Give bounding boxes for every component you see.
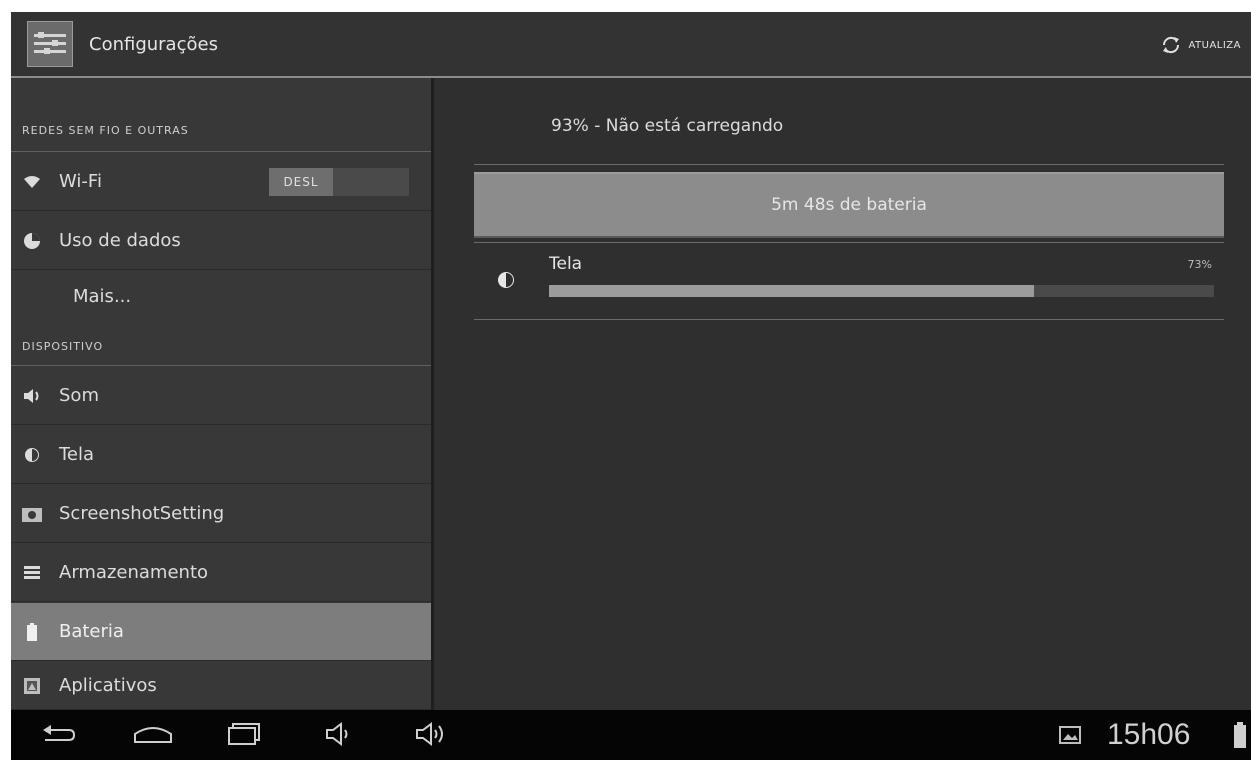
sync-label: ATUALIZA: [1188, 39, 1241, 51]
divider: [474, 164, 1224, 165]
sidebar-item-battery[interactable]: Bateria: [11, 603, 431, 661]
settings-sidebar: REDES SEM FIO E OUTRAS Wi-Fi DESL Uso de…: [11, 78, 434, 710]
section-header-device: DISPOSITIVO: [11, 340, 431, 366]
battery-usage-item[interactable]: Tela 73%: [474, 248, 1224, 318]
wifi-icon: [21, 171, 43, 193]
volume-up-icon[interactable]: [413, 720, 453, 748]
sidebar-item-label: Bateria: [59, 621, 124, 642]
wifi-toggle[interactable]: DESL: [269, 168, 409, 196]
divider: [474, 319, 1224, 320]
storage-icon: [21, 562, 43, 584]
camera-icon: [21, 503, 43, 525]
sidebar-item-screenshot[interactable]: ScreenshotSetting: [11, 485, 431, 543]
sidebar-item-label: Uso de dados: [59, 230, 181, 251]
battery-history-button[interactable]: 5m 48s de bateria: [474, 172, 1224, 238]
sidebar-item-label: Tela: [59, 444, 95, 465]
home-icon[interactable]: [131, 720, 175, 748]
sync-button[interactable]: ATUALIZA: [1160, 34, 1241, 56]
brightness-icon: [21, 444, 43, 466]
battery-panel: 93% - Não está carregando 5m 48s de bate…: [434, 78, 1251, 710]
sidebar-item-label: Som: [59, 385, 99, 406]
sidebar-item-apps[interactable]: Aplicativos: [11, 662, 431, 710]
sidebar-item-label: ScreenshotSetting: [59, 503, 225, 524]
usage-label: Tela: [549, 254, 583, 274]
sidebar-item-label: Aplicativos: [59, 675, 157, 696]
usage-percent: 73%: [1187, 258, 1212, 271]
sidebar-item-sound[interactable]: Som: [11, 367, 431, 425]
sync-icon: [1163, 36, 1180, 54]
battery-status-icon: [1234, 722, 1246, 748]
recent-apps-icon[interactable]: [225, 720, 265, 748]
sound-icon: [21, 385, 43, 407]
sidebar-item-display[interactable]: Tela: [11, 426, 431, 484]
back-icon[interactable]: [39, 720, 79, 748]
wifi-toggle-off-label: DESL: [269, 168, 333, 196]
settings-app-icon[interactable]: [27, 21, 73, 67]
battery-icon: [21, 621, 43, 643]
sidebar-item-data-usage[interactable]: Uso de dados: [11, 212, 431, 270]
battery-status: 93% - Não está carregando: [551, 116, 784, 136]
section-header-wireless: REDES SEM FIO E OUTRAS: [11, 124, 431, 152]
divider: [474, 242, 1224, 243]
sidebar-item-storage[interactable]: Armazenamento: [11, 544, 431, 602]
usage-bar: [549, 285, 1214, 297]
sidebar-item-label: Armazenamento: [59, 562, 209, 583]
sidebar-item-wifi[interactable]: Wi-Fi DESL: [11, 153, 431, 211]
system-bar: 15h06: [11, 710, 1251, 760]
brightness-icon: [496, 270, 516, 294]
status-clock: 15h06: [1107, 718, 1191, 751]
sidebar-item-label: Wi-Fi: [59, 171, 102, 192]
data-usage-icon: [21, 230, 43, 252]
sidebar-item-label: Mais...: [73, 285, 132, 307]
volume-down-icon[interactable]: [323, 720, 355, 748]
settings-window: Configurações ATUALIZA REDES SEM FIO E O…: [11, 12, 1251, 760]
usage-bar-fill: [549, 285, 1035, 297]
action-bar: Configurações ATUALIZA: [11, 12, 1251, 78]
apps-icon: [21, 675, 43, 697]
screenshot-notification-icon[interactable]: [1059, 726, 1081, 744]
page-title: Configurações: [89, 33, 218, 55]
sidebar-item-more[interactable]: Mais...: [11, 271, 431, 321]
